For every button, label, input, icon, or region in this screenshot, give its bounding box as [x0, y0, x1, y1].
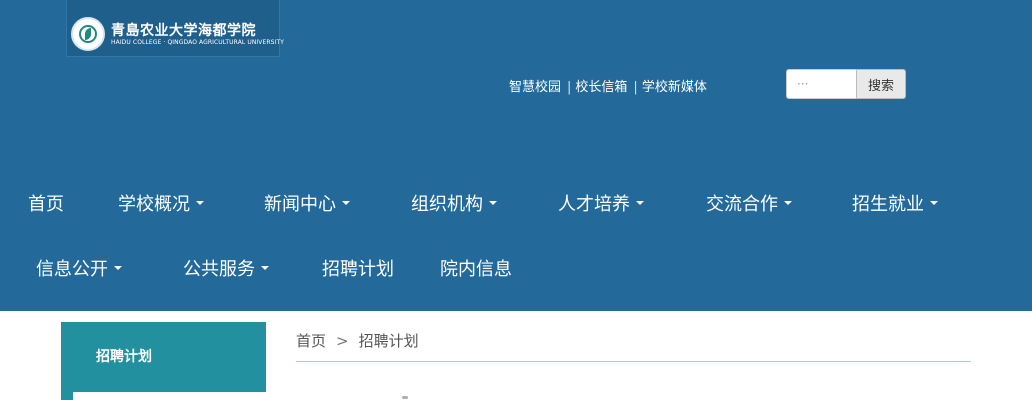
top-link-separator: |	[567, 80, 572, 95]
breadcrumb-divider	[296, 361, 971, 362]
sidebar-list	[61, 390, 266, 400]
nav-item-label: 招生就业	[852, 194, 924, 215]
nav-item-admissions[interactable]: 招生就业	[852, 194, 938, 216]
nav-item-education[interactable]: 人才培养	[558, 194, 644, 216]
sidebar-item-recruitment[interactable]: 招聘计划	[61, 322, 266, 390]
nav-item-news[interactable]: 新闻中心	[264, 194, 350, 216]
top-links: 智慧校园 | 校长信箱 | 学校新媒体	[509, 76, 707, 95]
nav-item-label: 新闻中心	[264, 194, 336, 215]
search-input[interactable]	[786, 69, 857, 99]
nav-item-organization[interactable]: 组织机构	[411, 194, 497, 216]
nav-item-disclosure[interactable]: 信息公开	[36, 259, 122, 281]
caret-down-icon	[930, 201, 938, 205]
nav-item-label: 公共服务	[183, 259, 255, 280]
nav-item-label: 组织机构	[411, 194, 483, 215]
breadcrumb-home[interactable]: 首页	[296, 332, 326, 350]
sidebar-list-panel	[73, 392, 266, 400]
nav-item-internal-info[interactable]: 院内信息	[440, 259, 512, 281]
nav-item-label: 院内信息	[440, 259, 512, 280]
nav-item-label: 学校概况	[118, 194, 190, 215]
logo-name-en: HAIDU COLLEGE · QINGDAO AGRICULTURAL UNI…	[111, 39, 284, 46]
sidebar-item-label: 招聘计划	[96, 349, 152, 365]
nav-item-public-service[interactable]: 公共服务	[183, 259, 269, 281]
nav-item-label: 信息公开	[36, 259, 108, 280]
logo-name-cn: 青島农业大学海都学院	[111, 23, 256, 39]
site-header: 青島农业大学海都学院 HAIDU COLLEGE · QINGDAO AGRIC…	[0, 0, 1032, 311]
top-link-smart-campus[interactable]: 智慧校园	[509, 80, 561, 95]
nav-item-label: 人才培养	[558, 194, 630, 215]
caret-down-icon	[489, 201, 497, 205]
breadcrumb: 首页 > 招聘计划	[296, 330, 419, 351]
caret-down-icon	[261, 266, 269, 270]
top-link-principal-mailbox[interactable]: 校长信箱	[575, 80, 627, 95]
top-link-new-media[interactable]: 学校新媒体	[642, 80, 707, 95]
breadcrumb-separator: >	[336, 332, 349, 350]
caret-down-icon	[636, 201, 644, 205]
nav-item-about[interactable]: 学校概况	[118, 194, 204, 216]
caret-down-icon	[114, 266, 122, 270]
nav-item-label: 招聘计划	[322, 259, 394, 280]
caret-down-icon	[342, 201, 350, 205]
site-logo[interactable]: 青島农业大学海都学院 HAIDU COLLEGE · QINGDAO AGRIC…	[66, 0, 284, 57]
nav-item-label: 交流合作	[706, 194, 778, 215]
top-link-separator: |	[633, 80, 638, 95]
nav-item-home[interactable]: 首页	[28, 194, 64, 216]
nav-item-cooperation[interactable]: 交流合作	[706, 194, 792, 216]
nav-item-recruitment[interactable]: 招聘计划	[322, 259, 394, 281]
breadcrumb-current: 招聘计划	[358, 332, 419, 350]
caret-down-icon	[196, 201, 204, 205]
content-mark	[402, 396, 408, 399]
nav-item-label: 首页	[28, 194, 64, 215]
college-emblem-icon	[71, 17, 105, 51]
caret-down-icon	[784, 201, 792, 205]
search-button[interactable]: 搜索	[856, 69, 906, 99]
